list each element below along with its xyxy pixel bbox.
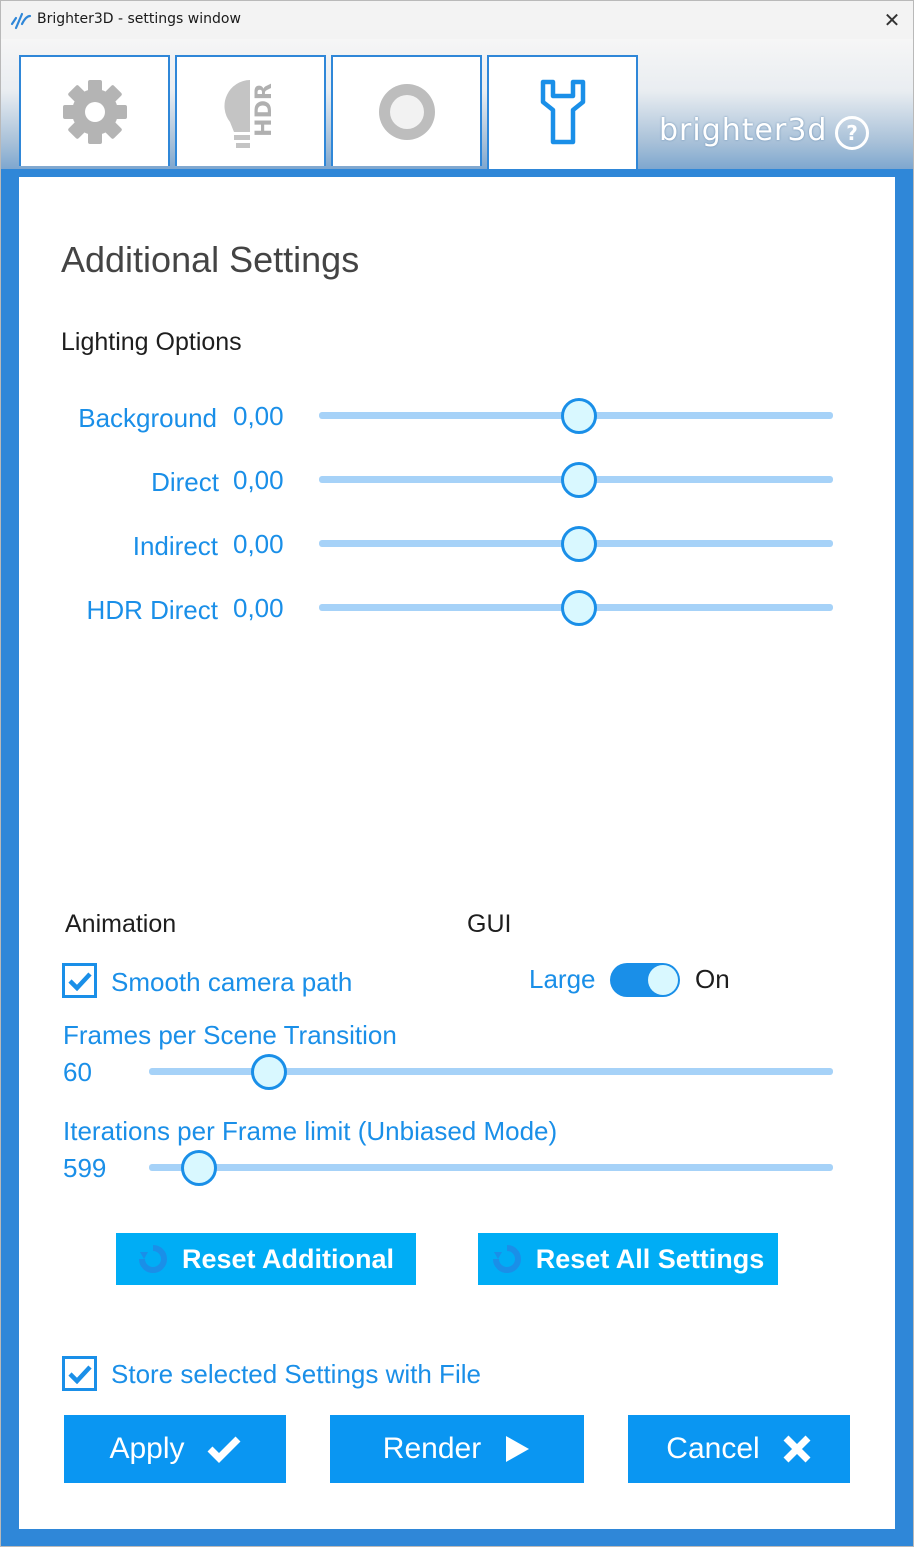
- smooth-camera-label: Smooth camera path: [111, 967, 353, 997]
- reset-all-button[interactable]: Reset All Settings: [478, 1233, 778, 1285]
- app-logo-icon: [10, 12, 32, 30]
- settings-window: Brighter3D - settings window ✕ HDR brigh…: [0, 0, 914, 1547]
- refresh-icon: [138, 1245, 167, 1273]
- gui-large-toggle[interactable]: [610, 963, 680, 997]
- close-x-icon: [783, 1435, 811, 1463]
- window-title: Brighter3D - settings window: [37, 11, 241, 27]
- slider-thumb[interactable]: [561, 590, 597, 626]
- hdr-bulb-icon: HDR: [223, 79, 277, 148]
- play-icon: [506, 1436, 530, 1462]
- slider-label: Indirect: [132, 531, 218, 561]
- wrench-icon: [540, 79, 585, 145]
- slider-value: 0,00: [233, 465, 284, 495]
- smooth-camera-checkbox[interactable]: [62, 963, 97, 998]
- gear-icon: [62, 79, 127, 144]
- slider-value: 0,00: [233, 593, 284, 623]
- tab-hdr[interactable]: HDR: [175, 55, 326, 166]
- close-icon: ✕: [883, 8, 901, 32]
- frames-label: Frames per Scene Transition: [63, 1020, 397, 1050]
- frames-value: 60: [63, 1057, 92, 1087]
- render-label: Render: [382, 1432, 482, 1465]
- lighting-options-title: Lighting Options: [61, 328, 242, 356]
- iterations-value: 599: [63, 1153, 107, 1183]
- slider-label: HDR Direct: [86, 595, 218, 625]
- toggle-knob: [648, 965, 678, 995]
- apply-button[interactable]: Apply: [64, 1415, 286, 1483]
- cancel-label: Cancel: [666, 1432, 760, 1465]
- apply-label: Apply: [109, 1432, 185, 1465]
- help-icon[interactable]: ?: [835, 116, 869, 150]
- frames-slider-thumb[interactable]: [251, 1054, 287, 1090]
- brand-logo: brighter3d: [659, 113, 828, 148]
- page-title: Additional Settings: [61, 239, 360, 280]
- slider-thumb[interactable]: [561, 462, 597, 498]
- iterations-slider-track[interactable]: [149, 1164, 833, 1171]
- checkmark-icon: [67, 971, 92, 991]
- checkmark-icon: [67, 1364, 92, 1384]
- cancel-button[interactable]: Cancel: [628, 1415, 850, 1483]
- slider-label: Direct: [151, 467, 219, 497]
- slider-thumb[interactable]: [561, 526, 597, 562]
- gui-toggle-state: On: [695, 964, 730, 994]
- iterations-slider-thumb[interactable]: [181, 1150, 217, 1186]
- help-glyph: ?: [846, 121, 858, 145]
- animation-title: Animation: [65, 910, 177, 938]
- settings-panel: [19, 177, 895, 1529]
- tab-general[interactable]: [19, 55, 170, 166]
- store-settings-checkbox[interactable]: [62, 1356, 97, 1391]
- iterations-label: Iterations per Frame limit (Unbiased Mod…: [63, 1116, 558, 1146]
- render-button[interactable]: Render: [330, 1415, 584, 1483]
- title-bar: Brighter3D - settings window ✕: [1, 1, 913, 39]
- reset-additional-label: Reset Additional: [181, 1243, 395, 1274]
- hdr-text: HDR: [252, 83, 277, 137]
- material-sphere-icon: [378, 83, 435, 140]
- store-settings-label: Store selected Settings with File: [111, 1359, 481, 1389]
- slider-label: Background: [78, 403, 217, 433]
- tab-materials[interactable]: [331, 55, 482, 166]
- close-button[interactable]: ✕: [877, 5, 907, 35]
- gui-title: GUI: [467, 910, 512, 938]
- gui-size-label: Large: [529, 964, 596, 994]
- slider-thumb[interactable]: [561, 398, 597, 434]
- check-icon: [207, 1436, 240, 1463]
- reset-additional-button[interactable]: Reset Additional: [116, 1233, 416, 1285]
- slider-value: 0,00: [233, 401, 284, 431]
- refresh-icon: [492, 1245, 521, 1273]
- slider-value: 0,00: [233, 529, 284, 559]
- tab-additional[interactable]: [487, 55, 638, 169]
- reset-all-label: Reset All Settings: [535, 1243, 765, 1274]
